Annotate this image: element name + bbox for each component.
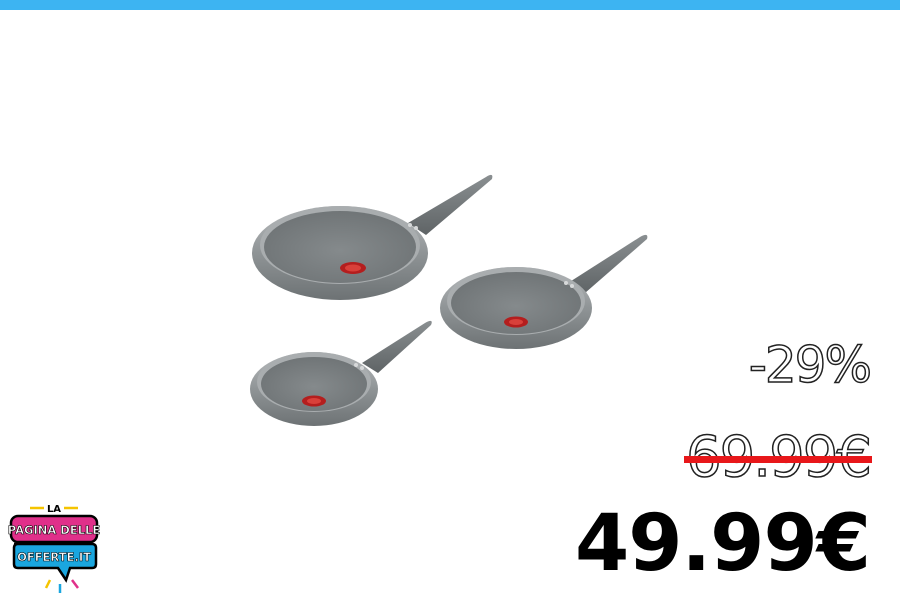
site-logo: LA PAGINA DELLE OFFERTE.IT bbox=[8, 504, 100, 593]
small-pan bbox=[250, 320, 432, 426]
discount-percentage: -29% bbox=[748, 336, 873, 394]
logo-la-text: LA bbox=[47, 504, 61, 515]
medium-pan bbox=[440, 234, 648, 349]
logo-offerte-text: OFFERTE.IT bbox=[17, 550, 91, 564]
top-accent-bar bbox=[0, 0, 900, 10]
current-price: 49.99€ bbox=[575, 499, 871, 589]
logo-pagina-delle-text: PAGINA DELLE bbox=[8, 523, 100, 537]
large-pan bbox=[252, 174, 493, 300]
old-price-container: 69.99€ bbox=[684, 429, 873, 490]
frying-pan-set-icon bbox=[250, 174, 648, 426]
strikethrough-line bbox=[684, 456, 872, 463]
